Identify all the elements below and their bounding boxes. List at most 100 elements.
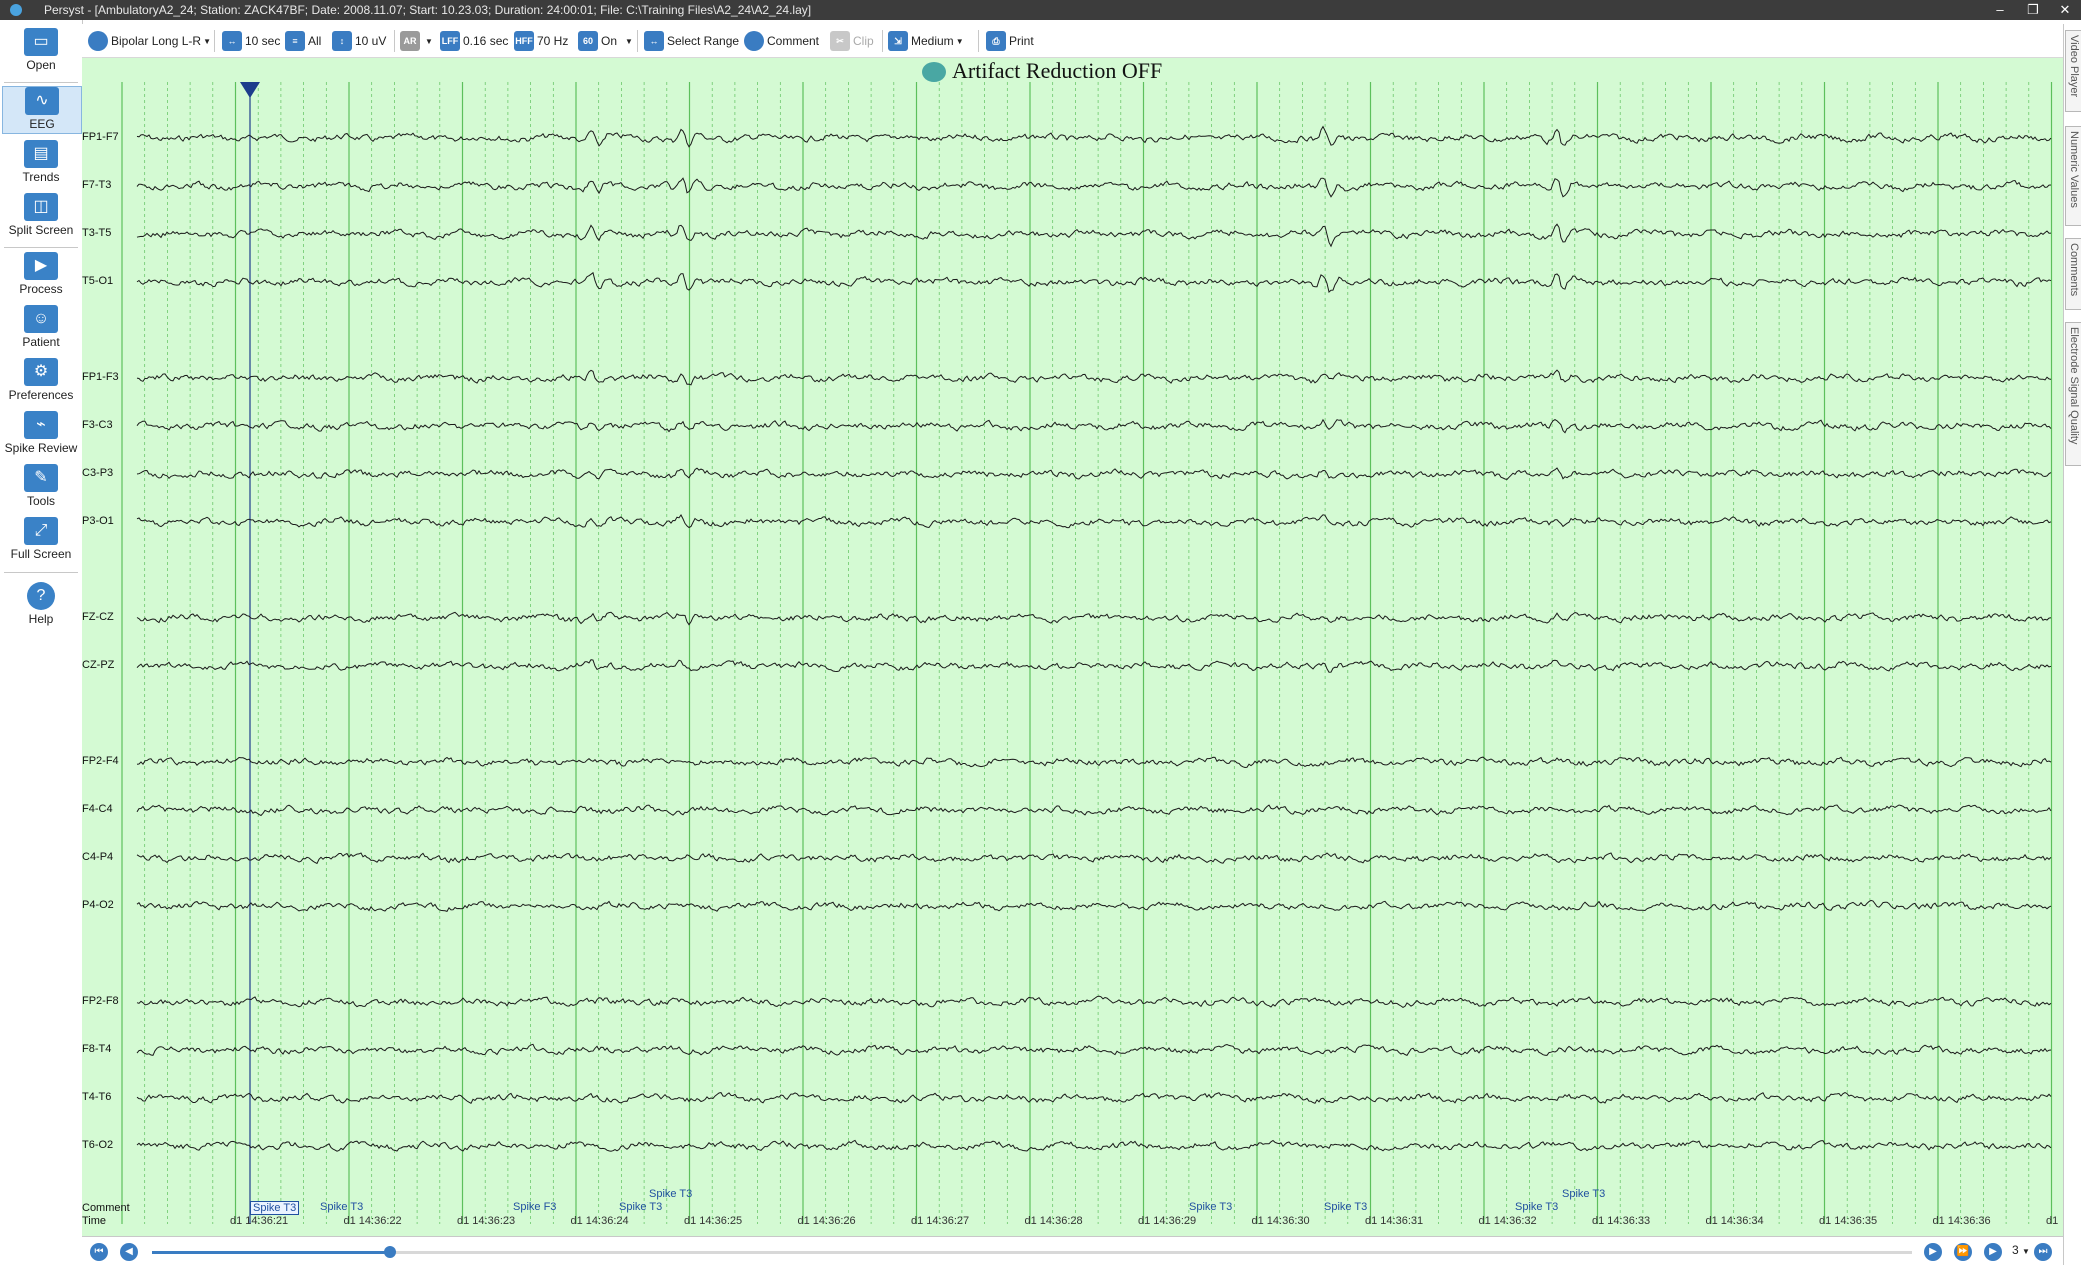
channel-label[interactable]: T5-O1 xyxy=(82,275,113,287)
select-range-button[interactable]: ↔ Select Range xyxy=(644,28,739,54)
medium-dropdown[interactable]: ⇲ Medium ▼ xyxy=(888,28,964,54)
close-button[interactable]: ✕ xyxy=(2050,0,2080,20)
timestamp-label: d1 14:36:33 xyxy=(1592,1215,1651,1227)
timestamp-label: d1 xyxy=(2046,1215,2059,1227)
channel-label[interactable]: FP1-F7 xyxy=(82,131,119,143)
eeg-trace-p3-o1 xyxy=(136,514,2052,529)
channels-button[interactable]: ≡ All xyxy=(285,28,321,54)
spike-comment[interactable]: Spike T3 xyxy=(1189,1201,1232,1213)
playback-speed[interactable]: 3 ▼ xyxy=(2012,1243,2030,1257)
print-button[interactable]: ⎙ Print xyxy=(986,28,1034,54)
divider xyxy=(978,30,979,52)
fast-forward-icon[interactable]: ⏩ xyxy=(1954,1243,1972,1261)
spike-comment[interactable]: Spike T3 xyxy=(1515,1201,1558,1213)
minimize-button[interactable]: – xyxy=(1985,0,2015,20)
spike-comment[interactable]: Spike T3 xyxy=(619,1201,662,1213)
divider xyxy=(637,30,638,52)
eeg-trace-t3-t5 xyxy=(136,223,2052,248)
sidebar-item-preferences[interactable]: ⚙ Preferences xyxy=(2,358,80,402)
divider xyxy=(214,30,215,52)
clip-button[interactable]: ✂ Clip xyxy=(830,28,874,54)
sensitivity-button[interactable]: ↕ 10 uV xyxy=(332,28,386,54)
channel-label[interactable]: P4-O2 xyxy=(82,899,114,911)
sidebar-item-label: EEG xyxy=(29,117,55,131)
sidebar-item-open[interactable]: ▭ Open xyxy=(2,28,80,72)
title-bar: Persyst - [AmbulatoryA2_24; Station: ZAC… xyxy=(0,0,2081,20)
eeg-trace-f4-c4 xyxy=(136,804,2052,817)
eeg-waveform-panel[interactable]: Artifact Reduction OFF FP1-F7 F7-T3 T3-T5 T… xyxy=(82,58,2063,1236)
sidebar-item-split-screen[interactable]: ◫ Split Screen xyxy=(2,193,80,237)
spike-comment[interactable]: Spike T3 xyxy=(250,1201,300,1215)
sidebar-item-patient[interactable]: ☺ Patient xyxy=(2,305,80,349)
time-cursor-marker[interactable] xyxy=(240,82,260,98)
spike-review-icon: ⌁ xyxy=(24,411,58,439)
notch-label: On xyxy=(601,34,618,48)
channel-label[interactable]: C4-P4 xyxy=(82,851,113,863)
spike-comment[interactable]: Spike T3 xyxy=(649,1188,692,1200)
hff-button[interactable]: HFF 70 Hz xyxy=(514,28,568,54)
eeg-trace-t4-t6 xyxy=(136,1092,2052,1104)
channel-label[interactable]: CZ-PZ xyxy=(82,659,114,671)
channel-label[interactable]: T6-O2 xyxy=(82,1139,113,1151)
channel-label[interactable]: C3-P3 xyxy=(82,467,113,479)
artifact-reduction-dropdown[interactable]: AR ▼ xyxy=(400,28,433,54)
timeline-thumb[interactable] xyxy=(383,1246,396,1258)
sidebar-item-full-screen[interactable]: ⤢ Full Screen xyxy=(2,517,80,561)
eeg-trace-c3-p3 xyxy=(136,467,2052,480)
artifact-reduction-banner: Artifact Reduction OFF xyxy=(952,58,1163,83)
montage-dropdown[interactable]: Bipolar Long L-R ▼ xyxy=(88,28,211,54)
channel-label[interactable]: F3-C3 xyxy=(82,419,113,431)
channel-label[interactable]: T3-T5 xyxy=(82,227,111,239)
app-icon xyxy=(10,4,22,16)
sidebar-item-trends[interactable]: ▤ Trends xyxy=(2,140,80,184)
tab-electrode-signal-quality[interactable]: Electrode Signal Quality xyxy=(2065,322,2081,466)
sidebar-item-eeg[interactable]: ∿ EEG xyxy=(2,86,82,134)
tab-numeric-values[interactable]: Numeric Values xyxy=(2065,126,2081,226)
lff-button[interactable]: LFF 0.16 sec xyxy=(440,28,508,54)
divider xyxy=(4,82,78,83)
channels-icon: ≡ xyxy=(285,31,305,51)
timeline-scrollbar[interactable] xyxy=(152,1246,1912,1258)
play-icon: ▶ xyxy=(24,252,58,280)
lff-icon: LFF xyxy=(440,31,460,51)
timestamp-label: d1 14:36:28 xyxy=(1024,1215,1083,1227)
sidebar-item-help[interactable]: ? Help xyxy=(2,582,80,626)
eeg-trace-fp2-f4 xyxy=(136,756,2052,769)
comment-button[interactable]: Comment xyxy=(744,28,819,54)
sidebar-item-label: Full Screen xyxy=(10,547,72,561)
spike-comment[interactable]: Spike T3 xyxy=(1562,1188,1605,1200)
channel-label[interactable]: F8-T4 xyxy=(82,1043,111,1055)
channel-label[interactable]: F4-C4 xyxy=(82,803,113,815)
go-to-start-icon[interactable]: ⏮ xyxy=(90,1243,108,1261)
tab-comments[interactable]: Comments xyxy=(2065,238,2081,310)
previous-page-icon[interactable]: ◀ xyxy=(120,1243,138,1261)
channel-label[interactable]: T4-T6 xyxy=(82,1091,111,1103)
sidebar-item-tools[interactable]: ✎ Tools xyxy=(2,464,80,508)
play-icon[interactable]: ▶ xyxy=(1984,1243,2002,1261)
tab-video-player[interactable]: Video Player xyxy=(2065,30,2081,112)
eeg-icon: ∿ xyxy=(25,87,59,115)
print-label: Print xyxy=(1009,34,1034,48)
select-range-icon: ↔ xyxy=(644,31,664,51)
timestamp-label: d1 14:36:22 xyxy=(343,1215,402,1227)
divider xyxy=(4,572,78,573)
channel-label[interactable]: P3-O1 xyxy=(82,515,114,527)
spike-comment[interactable]: Spike F3 xyxy=(513,1201,556,1213)
channel-label[interactable]: F7-T3 xyxy=(82,179,111,191)
spike-comment[interactable]: Spike T3 xyxy=(320,1201,363,1213)
timestamp-label: d1 14:36:23 xyxy=(457,1215,516,1227)
timebase-button[interactable]: ↔ 10 sec xyxy=(222,28,280,54)
channel-label[interactable]: FP1-F3 xyxy=(82,371,119,383)
restore-button[interactable]: ❐ xyxy=(2018,0,2048,20)
notch-filter-dropdown[interactable]: 60 On ▼ xyxy=(578,28,633,54)
channel-label[interactable]: FP2-F8 xyxy=(82,995,119,1007)
sidebar-item-label: Help xyxy=(28,612,54,626)
channel-label[interactable]: FP2-F4 xyxy=(82,755,119,767)
channel-label[interactable]: FZ-CZ xyxy=(82,611,114,623)
spike-comment[interactable]: Spike T3 xyxy=(1324,1201,1367,1213)
go-to-end-icon[interactable]: ⏭ xyxy=(2034,1243,2052,1261)
hff-label: 70 Hz xyxy=(537,34,569,48)
sidebar-item-process[interactable]: ▶ Process xyxy=(2,252,80,296)
next-page-icon[interactable]: ▶ xyxy=(1924,1243,1942,1261)
sidebar-item-spike-review[interactable]: ⌁ Spike Review xyxy=(2,411,80,455)
